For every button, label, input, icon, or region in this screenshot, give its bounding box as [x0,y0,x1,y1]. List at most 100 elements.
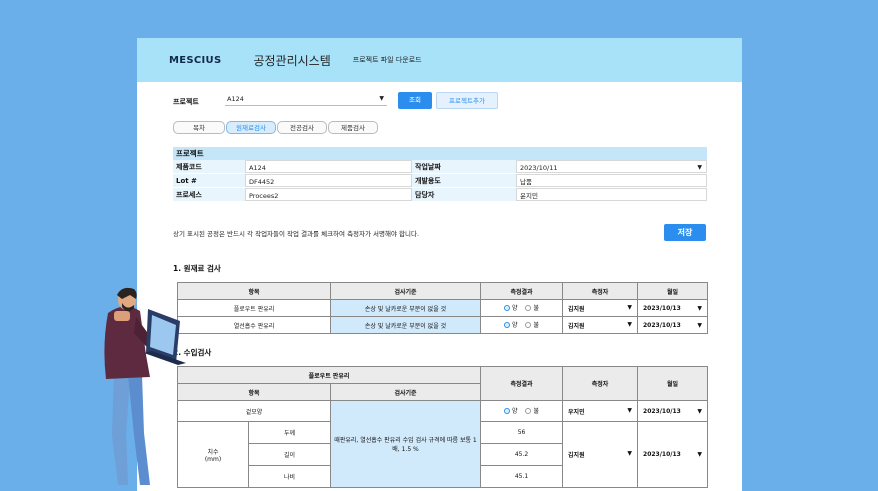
date-cell[interactable]: 2023/10/13 ▼ [637,400,709,422]
date-value: 2023/10/13 [643,321,681,329]
brand-logo[interactable]: MESCIUS [169,55,221,66]
purpose-value[interactable]: 납품 [516,174,707,187]
date-value: 2023/10/13 [643,304,681,312]
tab-process[interactable]: 전공검사 [277,121,327,134]
bad-radio[interactable]: 불 [525,303,539,312]
download-link[interactable]: 프로젝트 파일 다운로드 [353,55,422,65]
result-cell: 양 불 [480,316,563,334]
tab-contents[interactable]: 목차 [173,121,225,134]
bad-label: 불 [533,322,539,330]
dimension-label: 치수 [207,448,219,456]
col-header-inspector: 측정자 [562,282,638,300]
inspector-cell[interactable]: 김지원 ▼ [562,316,638,334]
table-row: 겉모양 때판유리, 열선흡수 판유리 수입 검사 규격에 따름 보통 1배, 1… [177,400,709,488]
col-header-result: 측정결과 [480,366,564,401]
date-label: 작업날짜 [412,160,516,173]
criteria-cell: 때판유리, 열선흡수 판유리 수입 검사 규격에 따름 보통 1배, 1.5 % [329,400,482,488]
bad-radio[interactable]: 불 [525,406,539,415]
table-header-row: 항목 검사기준 측정결과 측정자 월일 [177,282,708,300]
save-button[interactable]: 저장 [664,224,706,241]
code-label: 제품코드 [173,160,245,173]
process-value[interactable]: Procees2 [245,188,412,201]
person-with-laptop-illustration [104,287,186,485]
dimension-unit: (mm) [204,455,222,463]
laptop-graphic [144,309,186,365]
tab-raw-material[interactable]: 원재료검사 [226,121,276,134]
caret-down-icon: ▼ [627,450,633,457]
col-header-date: 월일 [637,366,709,401]
inspector-cell[interactable]: 우지민 ▼ [562,400,639,422]
owner-label: 담당자 [412,188,516,201]
result-cell: 양 불 [480,400,564,422]
bad-radio[interactable]: 불 [525,320,539,329]
dimension-item-cell: 치수 (mm) [177,421,249,488]
col-header-criteria: 검사기준 [329,383,482,401]
project-info-row: 프로세스 Procees2 담당자 윤지민 [173,188,707,202]
good-radio[interactable]: 양 [504,303,518,312]
item-cell: 겉모양 [177,400,331,422]
item-cell: 플로우트 판유리 [177,299,331,317]
value-cell[interactable]: 56 [480,421,564,444]
caret-down-icon: ▼ [697,321,702,329]
bad-label: 불 [533,305,539,313]
lot-label: Lot # [173,174,245,187]
inspector-cell[interactable]: 김지원 ▼ [562,421,639,488]
radio-unchecked-icon [525,407,532,414]
inspector-cell[interactable]: 김지원 ▼ [562,299,638,317]
raw-material-table: 항목 검사기준 측정결과 측정자 월일 플로우트 판유리 손상 및 날카로운 부… [177,282,708,334]
owner-value[interactable]: 윤지민 [516,188,707,201]
table-row: 열선흡수 판유리 손상 및 날카로운 부분이 없을 것 양 불 김지원 ▼ 202… [177,316,708,334]
good-label: 양 [512,322,518,330]
project-select-value: A124 [227,95,244,103]
add-project-button[interactable]: 프로젝트추가 [436,92,498,109]
radio-unchecked-icon [525,304,532,311]
value-cell[interactable]: 45.2 [480,443,564,466]
sub-item-cell: 길이 [248,443,331,466]
project-select[interactable]: A124 ▼ [225,93,387,106]
project-label: 프로젝트 [173,98,199,106]
project-info-row: Lot # DF4452 개발용도 납품 [173,174,707,188]
date-select[interactable]: 2023/10/11 ▼ [516,160,707,173]
legs-graphic [112,373,150,485]
date-value: 2023/10/13 [643,451,681,458]
date-cell[interactable]: 2023/10/13 ▼ [637,299,708,317]
section-title-raw-material: 1. 원재료 검사 [173,264,221,273]
project-info-row: 제품코드 A124 작업날짜 2023/10/11 ▼ [173,160,707,174]
caret-down-icon: ▼ [697,451,703,458]
col-header-item: 항목 [177,383,331,401]
radio-unchecked-icon [525,321,532,328]
caret-down-icon: ▼ [697,407,703,415]
caret-down-icon: ▼ [627,320,632,328]
col-header-criteria: 검사기준 [330,282,481,300]
caret-down-icon: ▼ [627,406,633,414]
good-label: 양 [512,305,518,313]
project-info-panel: 프로젝트 제품코드 A124 작업날짜 2023/10/11 ▼ Lot # DF… [173,147,707,202]
radio-checked-icon [504,304,510,311]
code-value[interactable]: A124 [245,160,412,173]
bad-label: 불 [533,408,540,416]
group-header: 플로우트 판유리 [176,366,482,384]
notice-text: 상기 표시된 공정은 반드시 각 작업자들이 작업 결과를 체크하여 측정자가 … [173,230,420,238]
good-radio[interactable]: 양 [504,320,518,329]
criteria-cell: 손상 및 날카로운 부분이 없을 것 [330,316,481,334]
table-header-row: 플로우트 판유리 측정결과 측정자 월일 [176,366,709,401]
sub-item-cell: 나비 [248,465,331,488]
caret-down-icon: ▼ [697,304,702,312]
caret-down-icon: ▼ [627,303,632,311]
good-radio[interactable]: 양 [504,406,518,415]
inspector-value: 우지민 [568,408,585,416]
date-cell[interactable]: 2023/10/13 ▼ [637,316,708,334]
search-button[interactable]: 조회 [398,92,432,109]
lot-value[interactable]: DF4452 [245,174,412,187]
col-header-result: 측정결과 [480,282,563,300]
inspector-value: 김지원 [568,452,585,459]
value-cell[interactable]: 45.1 [480,465,564,488]
incoming-inspection-table: 플로우트 판유리 측정결과 측정자 월일 항목 검사기준 겉모양 때판유리, 열… [176,366,709,488]
date-value: 2023/10/11 [520,164,558,172]
purpose-label: 개발용도 [412,174,516,187]
tab-product[interactable]: 제품검사 [328,121,378,134]
item-cell: 열선흡수 판유리 [177,316,331,334]
project-info-title: 프로젝트 [173,147,707,160]
date-cell[interactable]: 2023/10/13 ▼ [637,421,709,488]
caret-down-icon: ▼ [697,164,702,171]
